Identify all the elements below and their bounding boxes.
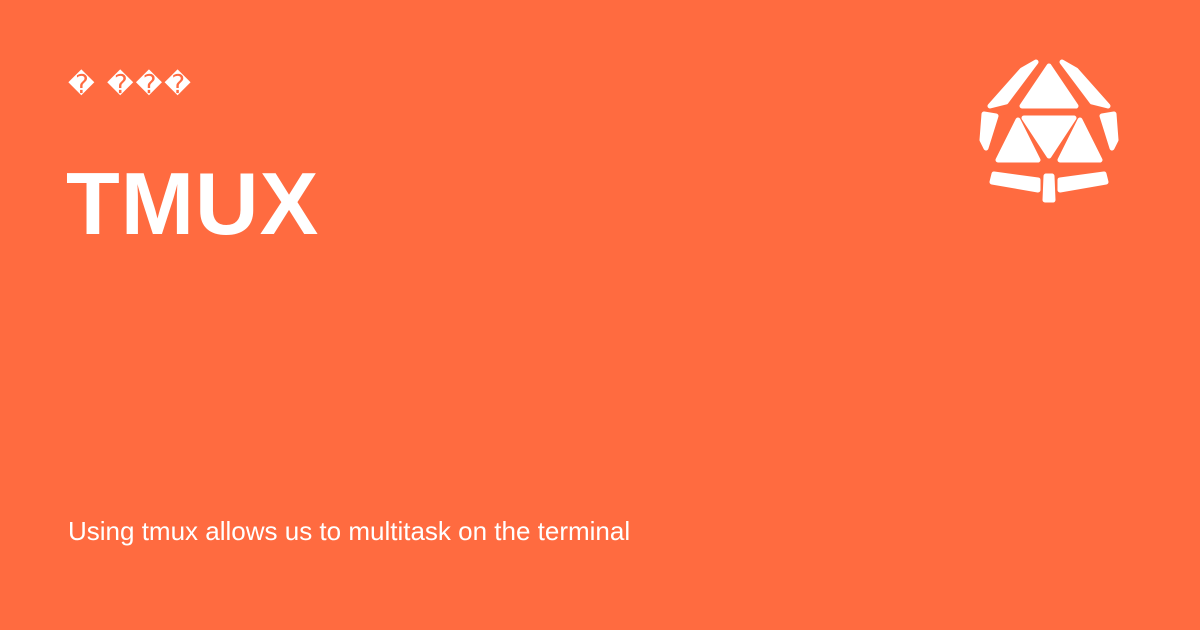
page-subtitle: Using tmux allows us to multitask on the… — [68, 516, 631, 546]
social-card: � ��� TMUX Using tmux allows us to multi… — [0, 0, 1200, 630]
topline-text: � ��� — [68, 70, 193, 100]
page-title: TMUX — [66, 154, 320, 253]
d20-dice-icon — [979, 59, 1119, 203]
